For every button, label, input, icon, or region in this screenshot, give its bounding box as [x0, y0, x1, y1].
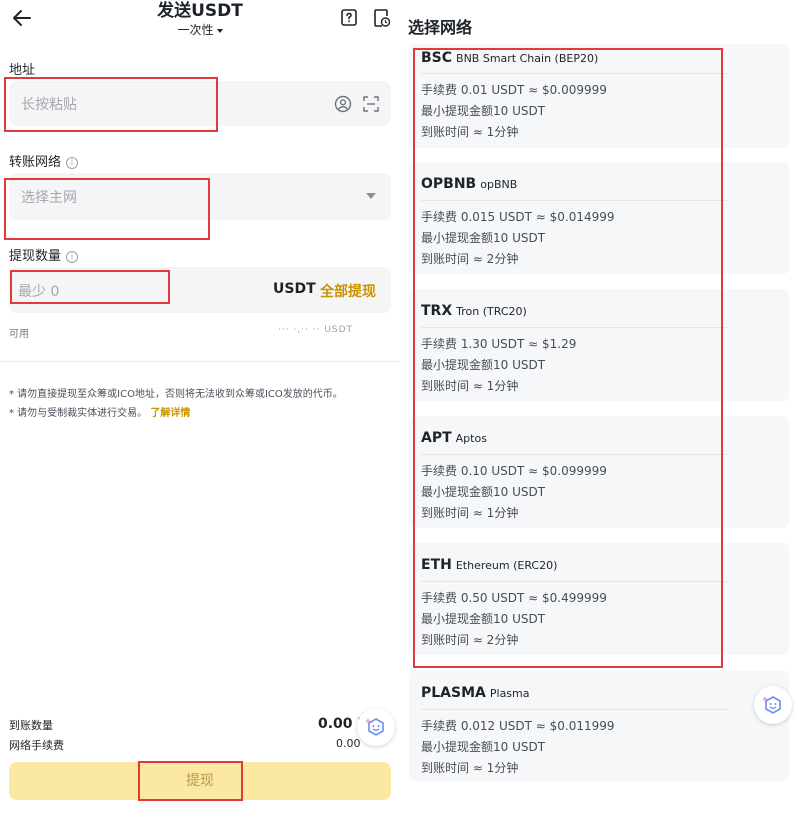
network-option-trx[interactable]: TRX Tron (TRC20) 手续费 1.30 USDT ≈ $1.29 最小…: [409, 289, 789, 401]
history-button[interactable]: [373, 8, 391, 28]
network-fee: 手续费 0.50 USDT ≈ $0.499999: [421, 591, 607, 605]
page-title: 发送USDT: [157, 1, 243, 21]
contact-icon[interactable]: [334, 95, 352, 113]
network-code: APT: [421, 430, 452, 446]
network-code: OPBNB: [421, 176, 477, 192]
available-label: 可用: [9, 329, 29, 340]
network-fee-label: 网络手续费: [9, 739, 64, 752]
address-placeholder: 长按粘贴: [21, 97, 77, 113]
network-name: BNB Smart Chain (BEP20): [456, 52, 599, 65]
network-arrival-time: 到账时间 ≈ 1分钟: [421, 379, 519, 393]
network-label: 转账网络 i: [9, 151, 79, 170]
network-option-bsc[interactable]: BSC BNB Smart Chain (BEP20) 手续费 0.01 USDT…: [409, 44, 789, 148]
amount-label: 提现数量 i: [9, 245, 79, 264]
network-arrival-time: 到账时间 ≈ 1分钟: [421, 506, 519, 520]
network-arrival-time: 到账时间 ≈ 2分钟: [421, 252, 519, 266]
mode-label: 一次性: [177, 23, 214, 37]
network-option-eth[interactable]: ETH Ethereum (ERC20) 手续费 0.50 USDT ≈ $0.4…: [409, 543, 789, 655]
network-name: opBNB: [480, 178, 518, 191]
network-header: APT Aptos: [421, 430, 487, 446]
network-name: Aptos: [455, 432, 487, 445]
withdraw-button[interactable]: 提现: [9, 762, 391, 800]
withdraw-all-button[interactable]: 全部提现: [320, 281, 376, 301]
network-fee: 手续费 0.012 USDT ≈ $0.011999: [421, 719, 615, 733]
help-button[interactable]: [340, 8, 358, 28]
network-arrival-time: 到账时间 ≈ 1分钟: [421, 761, 519, 775]
ai-assistant-icon: [365, 718, 384, 736]
network-name: Ethereum (ERC20): [455, 559, 558, 572]
network-fee-value: 0.00: [336, 737, 361, 750]
network-name: Tron (TRC20): [456, 305, 527, 318]
divider: [421, 709, 729, 710]
network-header: TRX Tron (TRC20): [421, 303, 527, 319]
network-header: ETH Ethereum (ERC20): [421, 557, 557, 573]
network-min-withdraw: 最小提现金额10 USDT: [421, 485, 546, 499]
network-code: PLASMA: [421, 685, 486, 701]
help-icon: [341, 9, 357, 26]
header: 发送USDT 一次性: [130, 0, 270, 38]
ai-assistant-button[interactable]: [357, 708, 395, 746]
network-option-apt[interactable]: APT Aptos 手续费 0.10 USDT ≈ $0.099999 最小提现金…: [409, 416, 789, 528]
scan-icon[interactable]: [362, 95, 380, 113]
address-label: 地址: [9, 63, 36, 78]
back-button[interactable]: [8, 6, 36, 30]
network-arrival-time: 到账时间 ≈ 1分钟: [421, 125, 519, 139]
amount-label-text: 提现数量: [9, 249, 62, 264]
info-icon[interactable]: i: [66, 156, 79, 169]
learn-more-link[interactable]: 了解详情: [150, 408, 190, 419]
select-network-title: 选择网络: [408, 18, 473, 37]
ai-assistant-button[interactable]: [754, 686, 792, 724]
available-value: ··· ·,·· ·· USDT: [278, 325, 354, 335]
network-label-text: 转账网络: [9, 155, 62, 170]
network-code: TRX: [421, 303, 453, 319]
mode-selector[interactable]: 一次性: [130, 22, 270, 38]
network-header: OPBNB opBNB: [421, 176, 517, 192]
divider: [0, 361, 400, 362]
select-network-panel: 选择网络 BSC BNB Smart Chain (BEP20) 手续费 0.01…: [400, 0, 800, 815]
network-option-plasma[interactable]: PLASMA Plasma 手续费 0.012 USDT ≈ $0.011999 …: [409, 671, 789, 781]
divider: [421, 73, 729, 74]
info-icon[interactable]: i: [66, 250, 79, 263]
address-input[interactable]: 长按粘贴: [9, 81, 391, 126]
network-min-withdraw: 最小提现金额10 USDT: [421, 358, 546, 372]
network-min-withdraw: 最小提现金额10 USDT: [421, 740, 546, 754]
network-min-withdraw: 最小提现金额10 USDT: [421, 231, 546, 245]
network-min-withdraw: 最小提现金额10 USDT: [421, 612, 546, 626]
notice-sanctions: * 请勿与受制裁实体进行交易。 了解详情: [9, 404, 190, 419]
network-header: PLASMA Plasma: [421, 685, 530, 701]
divider: [421, 581, 729, 582]
network-code: BSC: [421, 50, 453, 66]
amount-input[interactable]: 最少 0 USDT 全部提现: [9, 267, 391, 313]
chevron-down-icon: [366, 193, 376, 199]
history-icon: [374, 9, 391, 27]
notice-ico: * 请勿直接提现至众筹或ICO地址，否则将无法收到众筹或ICO发放的代币。: [9, 389, 343, 400]
network-name: Plasma: [489, 687, 530, 700]
amount-unit: USDT: [273, 281, 316, 297]
network-select[interactable]: 选择主网: [9, 173, 391, 220]
network-fee: 手续费 0.10 USDT ≈ $0.099999: [421, 464, 607, 478]
send-usdt-panel: 发送USDT 一次性 地址 长按粘贴 转账网络 i 选择主网 提现数量 i 最少…: [0, 0, 400, 815]
network-header: BSC BNB Smart Chain (BEP20): [421, 50, 598, 66]
network-fee: 手续费 0.015 USDT ≈ $0.014999: [421, 210, 615, 224]
network-option-opbnb[interactable]: OPBNB opBNB 手续费 0.015 USDT ≈ $0.014999 最小…: [409, 162, 789, 274]
divider: [421, 327, 729, 328]
network-placeholder: 选择主网: [21, 190, 77, 206]
notice-sanctions-text: * 请勿与受制裁实体进行交易。: [9, 408, 148, 419]
network-fee: 手续费 0.01 USDT ≈ $0.009999: [421, 83, 607, 97]
amount-placeholder: 最少 0: [18, 284, 60, 300]
divider: [421, 200, 729, 201]
network-min-withdraw: 最小提现金额10 USDT: [421, 104, 546, 118]
chevron-down-icon: [216, 28, 223, 33]
network-code: ETH: [421, 557, 452, 573]
back-arrow-icon: [13, 10, 31, 26]
network-arrival-time: 到账时间 ≈ 2分钟: [421, 633, 519, 647]
ai-assistant-icon: [762, 696, 781, 714]
network-fee: 手续费 1.30 USDT ≈ $1.29: [421, 337, 577, 351]
divider: [421, 454, 729, 455]
receive-amount-label: 到账数量: [9, 719, 53, 732]
